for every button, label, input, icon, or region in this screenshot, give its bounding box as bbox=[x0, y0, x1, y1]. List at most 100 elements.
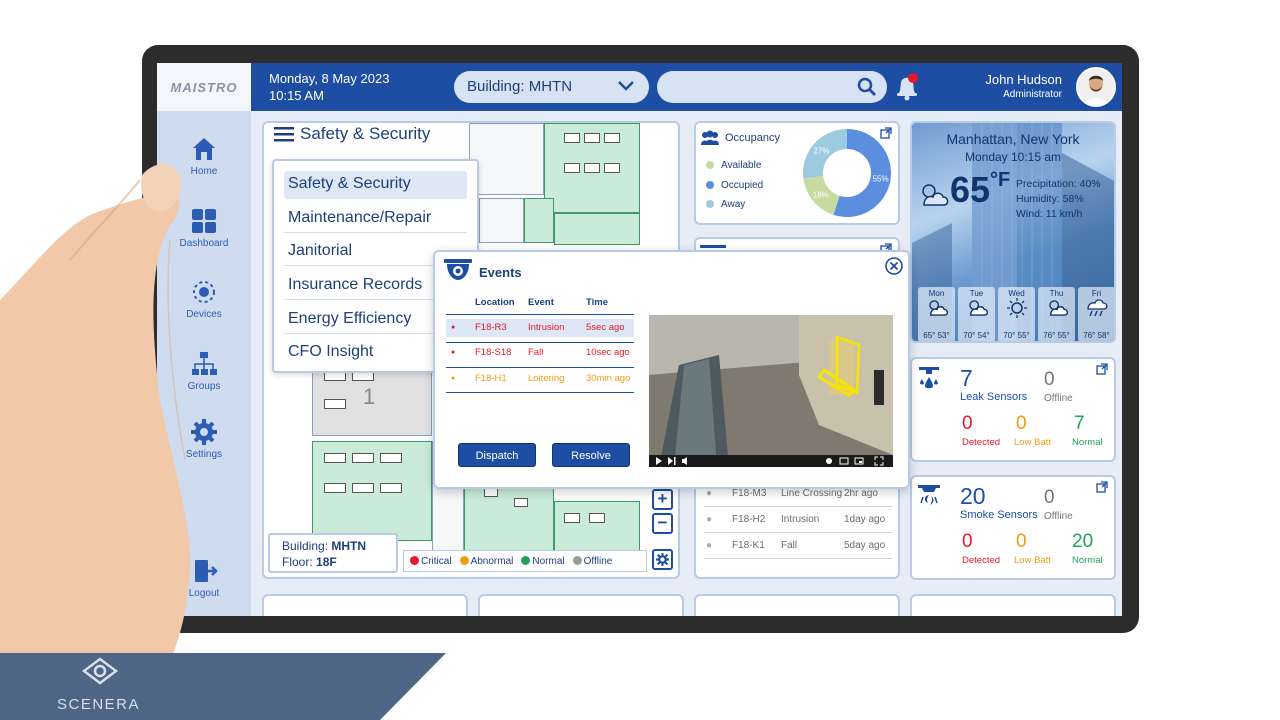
weather-city: Manhattan, New York bbox=[946, 131, 1080, 147]
settings-icon[interactable] bbox=[824, 456, 834, 466]
fullscreen-icon[interactable] bbox=[874, 456, 884, 466]
header-time: 10:15 AM bbox=[269, 88, 324, 103]
leak-offline-count: 0 bbox=[1044, 369, 1055, 390]
water-leak-icon bbox=[919, 367, 939, 389]
leak-sensor-count: 7 bbox=[960, 365, 973, 391]
hamburger-menu-icon[interactable] bbox=[274, 126, 294, 142]
alert-time: 1day ago bbox=[844, 514, 886, 525]
smoke-detected-count: 0 bbox=[962, 531, 973, 552]
weather-panel: Manhattan, New York Monday 10:15 am 65°F… bbox=[910, 121, 1116, 343]
occupancy-legend-available: Available bbox=[706, 160, 761, 171]
events-divider bbox=[446, 392, 634, 393]
bottom-panel bbox=[694, 594, 900, 616]
smoke-detector-icon bbox=[918, 485, 940, 505]
events-column-time: Time bbox=[586, 297, 609, 308]
alert-location: F18-H2 bbox=[732, 514, 766, 525]
event-type: Fall bbox=[528, 347, 544, 358]
forecast-day: Fri bbox=[1091, 289, 1102, 298]
room-top-white bbox=[469, 123, 544, 195]
smoke-offline-label: Offline bbox=[1044, 511, 1073, 522]
video-controls[interactable] bbox=[649, 455, 893, 467]
smoke-sensor-count: 20 bbox=[960, 483, 986, 509]
dispatch-button[interactable]: Dispatch bbox=[458, 443, 536, 467]
cloud-sun-icon bbox=[968, 300, 988, 316]
event-type: Intrusion bbox=[528, 322, 565, 333]
weather-temp-unit: °F bbox=[990, 169, 1011, 191]
expand-icon[interactable] bbox=[1096, 481, 1108, 493]
volume-icon[interactable] bbox=[681, 456, 691, 466]
smoke-sensors-panel[interactable]: 20 Smoke Sensors 0 Offline 0 Detected 0 … bbox=[910, 475, 1116, 580]
room-green-right[interactable] bbox=[554, 213, 640, 245]
alert-row[interactable]: ● F18-H2 Intrusion 1day ago bbox=[704, 507, 892, 533]
room-white-mid bbox=[479, 198, 524, 243]
notification-bell[interactable] bbox=[891, 71, 923, 108]
alert-row[interactable]: ● F18-K1 Fall 5day ago bbox=[704, 533, 892, 559]
building-select[interactable]: Building: MHTN bbox=[454, 71, 649, 103]
events-column-location: Location bbox=[475, 297, 515, 308]
room-green-small[interactable] bbox=[524, 198, 554, 243]
miniplayer-icon[interactable] bbox=[854, 456, 864, 466]
event-row[interactable]: ● F18-H1 Loitering 30min ago bbox=[446, 370, 634, 388]
expand-icon[interactable] bbox=[1096, 363, 1108, 375]
avatar[interactable] bbox=[1076, 67, 1116, 107]
building-select-value: Building: MHTN bbox=[467, 78, 573, 95]
legend-item-offline: Offline bbox=[572, 555, 612, 567]
occupancy-panel: Occupancy Available Occupied Away 55% 18%… bbox=[694, 121, 900, 225]
leak-normal-count: 7 bbox=[1074, 413, 1085, 434]
cloud-sun-icon bbox=[928, 300, 948, 316]
bottom-panel bbox=[262, 594, 468, 616]
camera-video-feed[interactable] bbox=[649, 315, 893, 467]
smoke-detected-label: Detected bbox=[962, 555, 1001, 566]
alert-status-dot: ● bbox=[706, 540, 713, 551]
event-location: F18-S18 bbox=[475, 347, 512, 358]
event-status-dot: ● bbox=[451, 349, 456, 356]
legend-item-critical: Critical bbox=[410, 555, 452, 567]
building-info-label: Building: bbox=[282, 539, 329, 553]
forecast-day-fri: Fri 76° 58° bbox=[1078, 287, 1114, 341]
captions-icon[interactable] bbox=[839, 456, 849, 466]
zoom-out-button[interactable]: − bbox=[652, 513, 673, 534]
legend-item-normal: Normal bbox=[521, 555, 565, 567]
alert-status-dot: ● bbox=[706, 488, 713, 499]
bottom-panel bbox=[478, 594, 684, 616]
menu-item-safety-security[interactable]: Safety & Security bbox=[284, 171, 467, 199]
leak-sensors-panel[interactable]: 7 Leak Sensors 0 Offline 0 Detected 0 Lo… bbox=[910, 357, 1116, 462]
legend-label-abnormal: Abnormal bbox=[470, 555, 514, 567]
forecast-day-thu: Thu 76° 55° bbox=[1038, 287, 1075, 341]
expand-icon[interactable] bbox=[880, 127, 892, 139]
event-row[interactable]: ● F18-S18 Fall 10sec ago bbox=[446, 344, 634, 362]
events-column-event: Event bbox=[528, 297, 554, 308]
occupancy-title: Occupancy bbox=[725, 132, 781, 144]
hand-image bbox=[0, 164, 190, 660]
user-info[interactable]: John Hudson Administrator bbox=[985, 72, 1062, 102]
desk bbox=[324, 399, 346, 409]
status-legend: Critical Abnormal Normal Offline bbox=[403, 550, 647, 572]
occupancy-legend-label: Away bbox=[721, 199, 746, 210]
video-frame-image bbox=[649, 315, 893, 467]
search-input[interactable] bbox=[657, 71, 887, 103]
occupancy-donut-chart[interactable]: 55% 18% 27% bbox=[800, 126, 894, 220]
forecast-temps: 65° 53° bbox=[923, 331, 950, 340]
event-time: 5sec ago bbox=[586, 322, 625, 333]
zoom-in-button[interactable]: + bbox=[652, 489, 673, 510]
resolve-button[interactable]: Resolve bbox=[552, 443, 630, 467]
play-icon[interactable] bbox=[654, 456, 664, 466]
desk bbox=[324, 483, 346, 493]
brand-name: SCENERA bbox=[57, 696, 141, 713]
map-settings-button[interactable] bbox=[652, 549, 673, 570]
close-icon[interactable] bbox=[884, 256, 904, 276]
weather-temp-value: 65 bbox=[950, 169, 991, 210]
notification-dot bbox=[908, 73, 918, 83]
occupancy-legend-dot bbox=[706, 200, 714, 208]
smoke-offline-count: 0 bbox=[1044, 487, 1055, 508]
menu-item-maintenance-repair[interactable]: Maintenance/Repair bbox=[284, 205, 467, 233]
forecast-day: Mon bbox=[928, 289, 945, 298]
event-location: F18-R3 bbox=[475, 322, 507, 333]
floor-panel-header[interactable]: Safety & Security bbox=[270, 123, 435, 145]
forecast-day: Tue bbox=[969, 289, 984, 298]
next-icon[interactable] bbox=[667, 456, 677, 466]
avatar-image bbox=[1078, 69, 1114, 105]
search-icon[interactable] bbox=[857, 77, 877, 97]
event-row-selected[interactable]: ● F18-R3 Intrusion 5sec ago bbox=[446, 319, 634, 337]
smoke-normal-label: Normal bbox=[1072, 555, 1103, 566]
